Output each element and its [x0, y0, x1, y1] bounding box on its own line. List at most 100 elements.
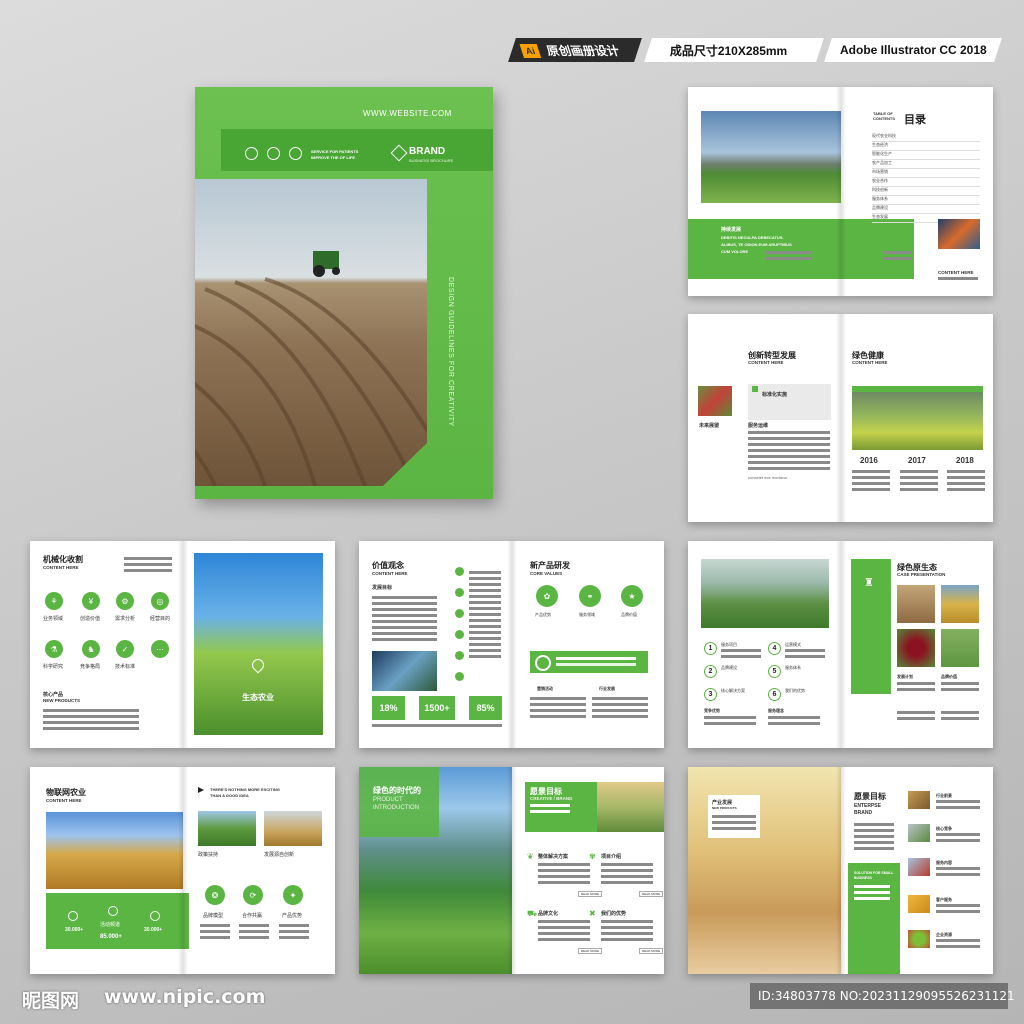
p8-item-lines-4 [936, 939, 980, 951]
p5-num-3: 4 [768, 642, 781, 655]
p6-stat-icon [108, 906, 118, 916]
p2-right-lines-3 [947, 470, 985, 494]
cover-website: WWW.WEBSITE.COM [363, 109, 452, 118]
p6-sub: CONTENT HERE [46, 798, 82, 803]
p8-item-1: 核心竞争 [936, 826, 952, 831]
p8-thumb-4 [908, 930, 930, 948]
p8-item-lines-2 [936, 867, 980, 879]
p7-more-d[interactable]: READ MORE [639, 948, 664, 954]
p7-sub-1: PRODUCT [373, 797, 403, 803]
p5-label-0: 服务项目 [721, 642, 737, 647]
spread-values: 价值观念 CONTENT HERE 发展目标 18% 1500+ 85% 新产品… [359, 541, 664, 748]
p8-box-title: 产业发展 [712, 800, 733, 806]
p7-lines-a [538, 863, 590, 887]
p4-stat-lines [372, 724, 502, 730]
toc-item[interactable]: 市场营销 [872, 169, 980, 178]
p6-harvester-photo [264, 811, 322, 846]
trophy-icon: ♜ [864, 577, 874, 589]
p4-side-icon [455, 567, 464, 576]
cover-brand: BRAND [409, 146, 446, 157]
header-type-tag: Ai 原创画册设计 [508, 38, 642, 62]
p8-thumb-0 [908, 791, 930, 809]
p6-stat-label: 活动频道 [100, 922, 121, 928]
p6-lines-a [200, 924, 230, 942]
p8-thumb-3 [908, 895, 930, 913]
toc-item[interactable]: 农产品加工 [872, 160, 980, 169]
p8-thumb-1 [908, 824, 930, 842]
p4-icon-label-2: 品牌价值 [621, 612, 637, 617]
p2-tag-marker [752, 386, 758, 392]
toc-content-here: CONTENT HERE [938, 270, 974, 275]
p5-photo-terraces [941, 629, 979, 667]
mountain-photo [701, 111, 841, 203]
p5-photo-wheat [941, 585, 979, 623]
p5-num-5: 6 [768, 688, 781, 701]
toc-item[interactable]: 现代农业科技 [872, 133, 980, 142]
toc-green-text-2: ALIBUS, TE ODION EUM ARUPTIBUS [721, 242, 792, 247]
p7-more-c[interactable]: READ MORE [578, 948, 603, 954]
toc-left-lines [766, 251, 811, 263]
p7-label-2: 品牌文化 [538, 911, 559, 917]
p7-more-a[interactable]: READ MORE [578, 891, 603, 897]
cover-page: WWW.WEBSITE.COM SERVICE FOR PATIENTS IMP… [195, 87, 493, 499]
p7-label-1: 项目介绍 [601, 854, 622, 860]
p8-item-lines-1 [936, 833, 980, 845]
p5-lines-e [897, 682, 935, 694]
p6-icon-label-0: 品牌模型 [203, 913, 224, 919]
p5-label-7: 服务理念 [768, 708, 784, 713]
p6-stat-2: 30.000+ [144, 927, 163, 933]
tractor-icon: ⛟ [527, 909, 538, 918]
p7-sunset-photo [597, 782, 664, 832]
p6-icon-label-1: 合作共赢 [242, 913, 263, 919]
p4-tag-1: 行业发展 [599, 686, 615, 691]
p8-green-lines [854, 885, 890, 903]
research-icon: ⚗ [45, 640, 63, 658]
toc-item[interactable]: 品牌建设 [872, 205, 980, 214]
toc-mid-lines [884, 251, 912, 263]
p4-stat-0: 18% [372, 696, 405, 720]
p2-year-2: 2018 [956, 456, 974, 465]
footer-logo: 昵图网 [22, 990, 80, 1012]
p6-stat-1: 85.000+ [100, 934, 122, 940]
p8-solution: SOLUTION FOR SMALL BUSINESS [854, 871, 894, 880]
toc-item[interactable]: 科技创新 [872, 187, 980, 196]
p6-stat-icon [68, 911, 78, 921]
business-icon: ⚘ [45, 592, 63, 610]
p5-num-4: 5 [768, 665, 781, 678]
p5-lines-c [704, 716, 756, 728]
toc-item[interactable]: 生态经济 [872, 142, 980, 151]
p6-lines-b [239, 924, 269, 942]
p7-more-b[interactable]: READ MORE [639, 891, 664, 897]
value-icon: ¥ [82, 592, 100, 610]
spread-product: 绿色的时代的 PRODUCT INTRODUCTION 愿景目标 CREATIV… [359, 767, 664, 974]
p5-label-6: 竞争优势 [704, 708, 720, 713]
toc-item[interactable]: 智能化生产 [872, 151, 980, 160]
flower-icon: ✾ [589, 852, 596, 861]
p5-label-2: 核心解决方案 [721, 688, 745, 693]
p3-sub: CONTENT HERE [43, 565, 79, 570]
p2-left-lines [748, 431, 830, 473]
sprout-icon: ✿ [536, 585, 558, 607]
leaf-icon: ❦ [527, 852, 534, 861]
p5-label-5: 我们的优势 [785, 688, 805, 693]
p7-lines-d [601, 920, 653, 944]
footer-url[interactable]: www.nipic.com [104, 986, 265, 1008]
spread-ecology: 1 2 3 4 5 6 服务项目 品牌建设 核心解决方案 运营模式 服务体系 我… [688, 541, 993, 748]
cover-service: SERVICE FOR PATIENTS [311, 149, 359, 154]
p4-side-icon [455, 672, 464, 681]
p4-right-lines-a [530, 697, 586, 721]
p2-tag-3: 服务运维 [748, 423, 769, 429]
p3-bottom-lines [43, 709, 139, 733]
p7-label-3: 我们的优势 [601, 911, 627, 917]
p4-side-icon [455, 651, 464, 660]
footer-id: ID:34803778 NO:20231129095526231121 [758, 989, 1015, 1003]
p7-lines-b [601, 863, 653, 887]
p6-wheat-photo [46, 812, 183, 889]
toc-item[interactable]: 服务体系 [872, 196, 980, 205]
p4-icon-label-0: 产品优势 [535, 612, 551, 617]
p4-bar-lines [556, 657, 636, 669]
p4-right-sub: CORE VALUES [530, 571, 563, 576]
p4-side-icon [455, 588, 464, 597]
p2-left-sub: CONTENT HERE [748, 360, 784, 365]
toc-item[interactable]: 农业合作 [872, 178, 980, 187]
